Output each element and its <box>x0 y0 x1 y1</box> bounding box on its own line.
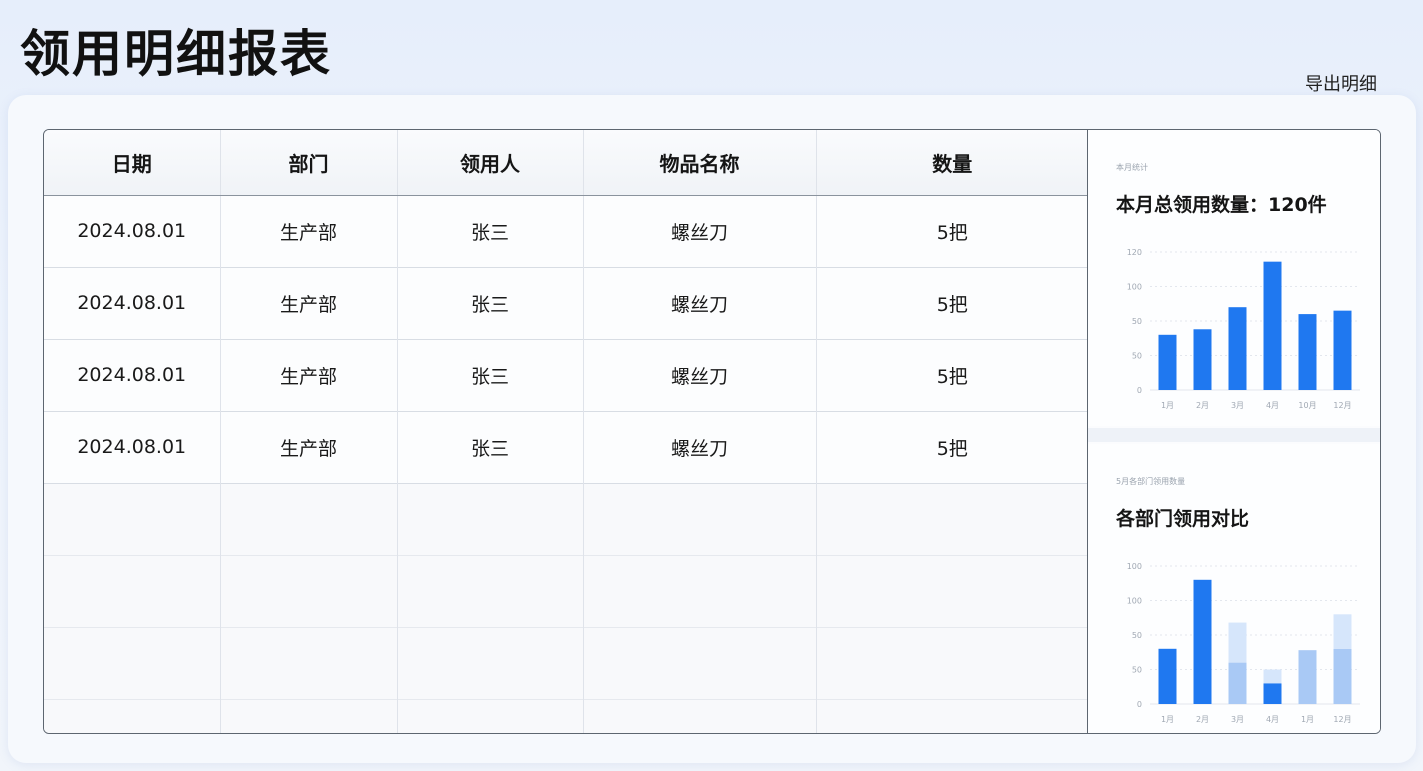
cell-department: 生产部 <box>220 411 398 483</box>
cell-date: 2024.08.01 <box>44 339 221 411</box>
bar <box>1263 669 1282 684</box>
cell-recipient: 张三 <box>397 339 584 411</box>
table-row[interactable]: 2024.08.01 生产部 张三 螺丝刀 5把 <box>44 411 1088 483</box>
cell-date: 2024.08.01 <box>44 411 221 483</box>
y-tick-label: 100 <box>1127 283 1142 292</box>
empty-row <box>44 555 1088 627</box>
department-compare-card: 5月各部门领用数量 各部门领用对比 0 50 50 100 100 1月 2月 3月 4月 1月 1… <box>1088 444 1380 733</box>
bar <box>1228 662 1247 704</box>
x-tick-label: 2月 <box>1196 401 1209 410</box>
cell-quantity: 5把 <box>816 339 1088 411</box>
header-recipient[interactable]: 领用人 <box>397 130 584 196</box>
bar <box>1193 329 1212 390</box>
header-quantity[interactable]: 数量 <box>816 130 1088 196</box>
monthly-total-card: 本月统计 本月总领用数量：120件 0 50 50 100 120 1月 2月 3月 4月 10月… <box>1088 130 1380 426</box>
stats-sidebar: 本月统计 本月总领用数量：120件 0 50 50 100 120 1月 2月 3月 4月 10月… <box>1087 130 1380 733</box>
x-tick-label: 4月 <box>1266 715 1279 724</box>
bar <box>1263 261 1282 390</box>
report-panel: 日期 部门 领用人 物品名称 数量 2024.08.01 生产部 张三 螺丝刀 … <box>43 129 1381 734</box>
bar <box>1263 683 1282 704</box>
cell-item-name: 螺丝刀 <box>583 195 817 267</box>
cell-department: 生产部 <box>220 339 398 411</box>
x-tick-label: 12月 <box>1333 401 1351 410</box>
details-table: 日期 部门 领用人 物品名称 数量 2024.08.01 生产部 张三 螺丝刀 … <box>44 130 1088 733</box>
cell-recipient: 张三 <box>397 411 584 483</box>
x-tick-label: 3月 <box>1231 401 1244 410</box>
y-tick-label: 50 <box>1132 352 1142 361</box>
cell-department: 生产部 <box>220 195 398 267</box>
cell-department: 生产部 <box>220 267 398 339</box>
x-tick-label: 1月 <box>1301 715 1314 724</box>
y-tick-label: 0 <box>1137 386 1142 395</box>
table-row[interactable]: 2024.08.01 生产部 张三 螺丝刀 5把 <box>44 339 1088 411</box>
export-details-button[interactable]: 导出明细 <box>1305 70 1377 96</box>
card-caption: 5月各部门领用数量 <box>1116 477 1186 486</box>
cell-recipient: 张三 <box>397 195 584 267</box>
y-tick-label: 50 <box>1132 666 1142 675</box>
y-tick-label: 100 <box>1127 562 1142 571</box>
y-tick-label: 50 <box>1132 631 1142 640</box>
header-item-name[interactable]: 物品名称 <box>583 130 817 196</box>
empty-row <box>44 699 1088 733</box>
y-tick-label: 0 <box>1137 700 1142 709</box>
bar <box>1333 614 1352 649</box>
table-row[interactable]: 2024.08.01 生产部 张三 螺丝刀 5把 <box>44 195 1088 267</box>
y-tick-label: 120 <box>1127 248 1142 257</box>
header-date[interactable]: 日期 <box>44 130 221 196</box>
cell-item-name: 螺丝刀 <box>583 339 817 411</box>
y-tick-label: 100 <box>1127 597 1142 606</box>
cell-item-name: 螺丝刀 <box>583 267 817 339</box>
table-row[interactable]: 2024.08.01 生产部 张三 螺丝刀 5把 <box>44 267 1088 339</box>
page-title: 领用明细报表 <box>20 25 332 83</box>
x-tick-label: 3月 <box>1231 715 1244 724</box>
bar <box>1228 307 1247 390</box>
divider <box>1088 428 1380 442</box>
bar <box>1158 648 1177 704</box>
empty-row <box>44 483 1088 555</box>
bar <box>1333 648 1352 704</box>
cell-date: 2024.08.01 <box>44 267 221 339</box>
cell-recipient: 张三 <box>397 267 584 339</box>
header-department[interactable]: 部门 <box>220 130 398 196</box>
table-header-row: 日期 部门 领用人 物品名称 数量 <box>44 130 1088 196</box>
monthly-bar-chart: 0 50 50 100 120 1月 2月 3月 4月 10月 12月 <box>1127 248 1360 410</box>
department-bar-chart: 0 50 50 100 100 1月 2月 3月 4月 1月 12月 <box>1127 562 1360 724</box>
x-tick-label: 2月 <box>1196 715 1209 724</box>
bar <box>1193 579 1212 704</box>
bar <box>1298 650 1317 704</box>
cell-date: 2024.08.01 <box>44 195 221 267</box>
card-caption: 本月统计 <box>1116 163 1148 172</box>
cell-quantity: 5把 <box>816 411 1088 483</box>
bar <box>1228 622 1247 663</box>
bar <box>1158 334 1177 390</box>
card-title: 各部门领用对比 <box>1116 508 1250 530</box>
empty-row <box>44 627 1088 699</box>
card-title: 本月总领用数量：120件 <box>1116 194 1327 216</box>
x-tick-label: 10月 <box>1298 401 1316 410</box>
x-tick-label: 1月 <box>1161 401 1174 410</box>
cell-quantity: 5把 <box>816 267 1088 339</box>
cell-quantity: 5把 <box>816 195 1088 267</box>
cell-item-name: 螺丝刀 <box>583 411 817 483</box>
y-tick-label: 50 <box>1132 317 1142 326</box>
bar <box>1333 310 1352 390</box>
x-tick-label: 12月 <box>1333 715 1351 724</box>
bar <box>1298 314 1317 390</box>
x-tick-label: 4月 <box>1266 401 1279 410</box>
x-tick-label: 1月 <box>1161 715 1174 724</box>
